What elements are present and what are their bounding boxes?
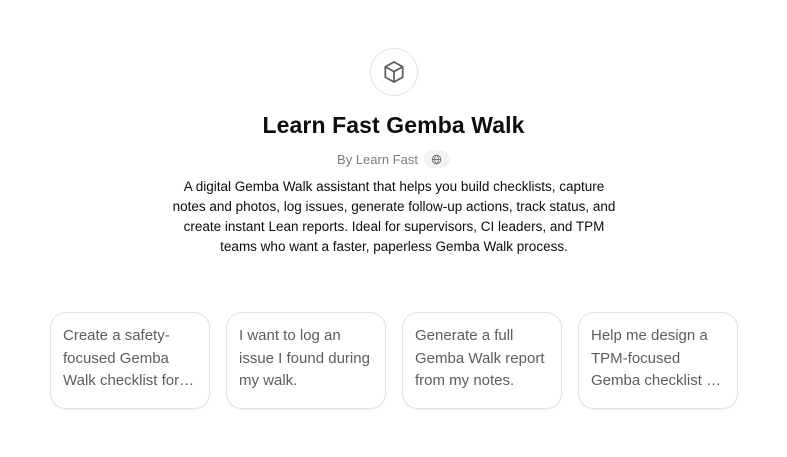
website-link-button[interactable] — [423, 150, 450, 168]
starter-label: Generate a full Gemba Walk report from m… — [415, 327, 545, 389]
starter-button[interactable]: Help me design a TPM-focused Gemba check… — [578, 312, 738, 409]
starter-button[interactable]: Generate a full Gemba Walk report from m… — [402, 312, 562, 409]
gpt-description: A digital Gemba Walk assistant that help… — [172, 179, 616, 254]
cube-icon — [384, 61, 404, 83]
gpt-byline: By Learn Fast — [0, 150, 787, 168]
starter-label: I want to log an issue I found during my… — [239, 327, 370, 389]
starter-button[interactable]: Create a safety-focused Gemba Walk check… — [50, 312, 210, 409]
starter-button[interactable]: I want to log an issue I found during my… — [226, 312, 386, 409]
gpt-intro-page: Learn Fast Gemba Walk By Learn Fast A di… — [0, 0, 787, 457]
author-text: By Learn Fast — [337, 151, 418, 167]
gpt-title: Learn Fast Gemba Walk — [262, 112, 525, 138]
starter-label: Create a safety-focused Gemba Walk check… — [63, 327, 180, 389]
conversation-starters: Create a safety-focused Gemba Walk check… — [50, 312, 738, 409]
gpt-avatar — [370, 48, 418, 96]
starter-label: Help me design a TPM-focused Gemba check… — [591, 327, 724, 389]
globe-icon — [432, 154, 442, 164]
